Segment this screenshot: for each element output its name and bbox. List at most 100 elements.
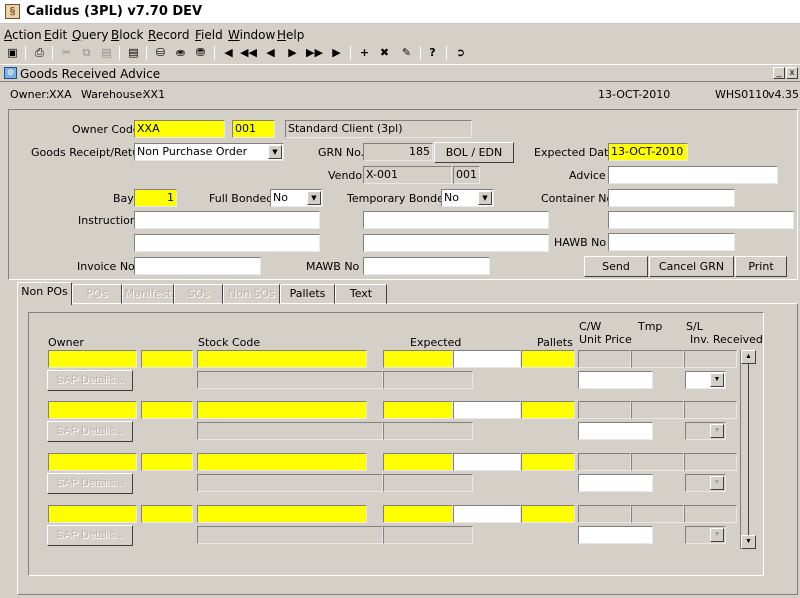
row-owner-cell[interactable] bbox=[48, 453, 137, 471]
instructions-field-2[interactable] bbox=[363, 211, 549, 229]
row-stock-code-cell[interactable] bbox=[197, 350, 367, 368]
row-inv-received-select[interactable]: ▼ bbox=[685, 422, 726, 440]
last-record-icon[interactable]: ▶ bbox=[328, 45, 345, 61]
tab-text[interactable]: Text bbox=[335, 284, 387, 304]
owner-sub-field[interactable]: 001 bbox=[232, 120, 275, 138]
chevron-down-icon[interactable]: ▼ bbox=[710, 373, 724, 387]
expected-date-field[interactable]: 13-OCT-2010 bbox=[608, 143, 688, 161]
row-stock-code-cell[interactable] bbox=[197, 453, 367, 471]
row-inv-received-select[interactable]: ▼ bbox=[685, 371, 726, 389]
enter-query-icon[interactable]: ⛁ bbox=[152, 45, 169, 61]
next-record-icon[interactable]: ▶ bbox=[284, 45, 301, 61]
row-owner-cell[interactable] bbox=[48, 350, 137, 368]
sap-details-button[interactable]: SAP Details... bbox=[47, 525, 133, 546]
invoice-field[interactable] bbox=[134, 257, 261, 275]
previous-record-icon[interactable]: ◀ bbox=[262, 45, 279, 61]
sap-details-button[interactable]: SAP Details... bbox=[47, 421, 133, 442]
row-owner-sub-cell[interactable] bbox=[141, 505, 193, 523]
row-inv-received-select[interactable]: ▼ bbox=[685, 474, 726, 492]
row-pallets-cell[interactable] bbox=[521, 453, 575, 471]
row-owner-sub-cell[interactable] bbox=[141, 401, 193, 419]
row-expected-uom-cell[interactable] bbox=[453, 350, 521, 368]
grid-scrollbar[interactable]: ▲ ▼ bbox=[740, 350, 756, 549]
row-owner-cell[interactable] bbox=[48, 505, 137, 523]
tab-pos[interactable]: POs bbox=[72, 284, 122, 304]
menu-field[interactable]: Field bbox=[195, 28, 223, 42]
scroll-down-icon[interactable]: ▼ bbox=[741, 535, 756, 549]
chevron-down-icon[interactable]: ▼ bbox=[710, 424, 724, 438]
mawb-field[interactable] bbox=[363, 257, 490, 275]
print-icon[interactable]: ⎙ bbox=[31, 45, 48, 61]
menu-record[interactable]: Record bbox=[148, 28, 189, 42]
row-pallets-cell[interactable] bbox=[521, 505, 575, 523]
chevron-down-icon[interactable]: ▼ bbox=[710, 476, 724, 490]
row-expected-uom-cell[interactable] bbox=[453, 401, 521, 419]
instructions-field-1[interactable] bbox=[134, 211, 320, 229]
row-stock-code-cell[interactable] bbox=[197, 505, 367, 523]
menu-edit[interactable]: Edit bbox=[44, 28, 67, 42]
print-button[interactable]: Print bbox=[735, 256, 787, 277]
row-owner-sub-cell[interactable] bbox=[141, 350, 193, 368]
cancel-query-icon[interactable]: ⛃ bbox=[192, 45, 209, 61]
menu-action[interactable]: Action bbox=[4, 28, 42, 42]
row-inv-received-select[interactable]: ▼ bbox=[685, 526, 726, 544]
menu-block[interactable]: Block bbox=[111, 28, 143, 42]
row-unit-price-cell[interactable] bbox=[578, 526, 653, 544]
sap-details-button[interactable]: SAP Details... bbox=[47, 370, 133, 391]
scroll-up-icon[interactable]: ▲ bbox=[741, 350, 756, 364]
row-unit-price-cell[interactable] bbox=[578, 371, 653, 389]
tab-pallets[interactable]: Pallets bbox=[280, 284, 335, 304]
instructions-field-4[interactable] bbox=[134, 234, 320, 252]
row-pallets-cell[interactable] bbox=[521, 350, 575, 368]
row-unit-price-cell[interactable] bbox=[578, 422, 653, 440]
container-field[interactable] bbox=[608, 189, 735, 207]
execute-query-icon[interactable]: ⛂ bbox=[172, 45, 189, 61]
row-expected-uom-cell[interactable] bbox=[453, 453, 521, 471]
sap-details-button[interactable]: SAP Details... bbox=[47, 473, 133, 494]
row-owner-cell[interactable] bbox=[48, 401, 137, 419]
close-button[interactable]: x bbox=[786, 67, 798, 79]
menu-help[interactable]: Help bbox=[277, 28, 304, 42]
save-icon[interactable]: ▣ bbox=[4, 45, 21, 61]
row-stock-code-cell[interactable] bbox=[197, 401, 367, 419]
row-expected-uom-cell[interactable] bbox=[453, 505, 521, 523]
chevron-down-icon[interactable]: ▼ bbox=[307, 191, 321, 205]
duplicate-record-icon[interactable]: ✎ bbox=[398, 45, 415, 61]
tab-manifest[interactable]: Manifest bbox=[122, 284, 174, 304]
delete-record-icon[interactable]: ✖ bbox=[376, 45, 393, 61]
cancel-grn-button[interactable]: Cancel GRN bbox=[649, 256, 734, 277]
menu-window[interactable]: Window bbox=[228, 28, 275, 42]
bay-field[interactable]: 1 bbox=[134, 189, 177, 207]
next-block-icon[interactable]: ▶▶ bbox=[306, 45, 323, 61]
calidus-app-icon[interactable]: § bbox=[5, 4, 20, 19]
tab-sos[interactable]: SOs bbox=[174, 284, 223, 304]
temporary-bonded-select[interactable]: No ▼ bbox=[441, 189, 494, 207]
menu-query[interactable]: Query bbox=[72, 28, 108, 42]
chevron-down-icon[interactable]: ▼ bbox=[710, 528, 724, 542]
paste-icon[interactable]: ▤ bbox=[98, 45, 115, 61]
tab-non-pos[interactable]: Non POs bbox=[17, 282, 72, 305]
insert-record-icon[interactable]: + bbox=[356, 45, 373, 61]
instructions-field-3[interactable] bbox=[608, 211, 794, 229]
row-unit-price-cell[interactable] bbox=[578, 474, 653, 492]
scroll-track[interactable] bbox=[748, 364, 749, 535]
copy-icon[interactable]: ⧉ bbox=[78, 45, 95, 61]
previous-block-icon[interactable]: ◀◀ bbox=[240, 45, 257, 61]
goods-receipt-select[interactable]: Non Purchase Order ▼ bbox=[134, 143, 284, 161]
tab-non-sos[interactable]: Non SOs bbox=[223, 284, 280, 304]
exit-icon[interactable]: ➲ bbox=[452, 45, 469, 61]
minimize-button[interactable]: _ bbox=[773, 67, 785, 79]
row-expected-cell[interactable] bbox=[383, 350, 453, 368]
first-record-icon[interactable]: ◀ bbox=[220, 45, 237, 61]
row-expected-cell[interactable] bbox=[383, 505, 453, 523]
instructions-field-5[interactable] bbox=[363, 234, 549, 252]
row-expected-cell[interactable] bbox=[383, 401, 453, 419]
full-bonded-select[interactable]: No ▼ bbox=[270, 189, 323, 207]
advice-field[interactable] bbox=[608, 166, 778, 184]
hawb-field[interactable] bbox=[608, 233, 735, 251]
owner-code-field[interactable]: XXA bbox=[134, 120, 225, 138]
chevron-down-icon[interactable]: ▼ bbox=[268, 145, 282, 159]
row-pallets-cell[interactable] bbox=[521, 401, 575, 419]
chevron-down-icon[interactable]: ▼ bbox=[478, 191, 492, 205]
bol-edn-button[interactable]: BOL / EDN bbox=[434, 142, 514, 163]
